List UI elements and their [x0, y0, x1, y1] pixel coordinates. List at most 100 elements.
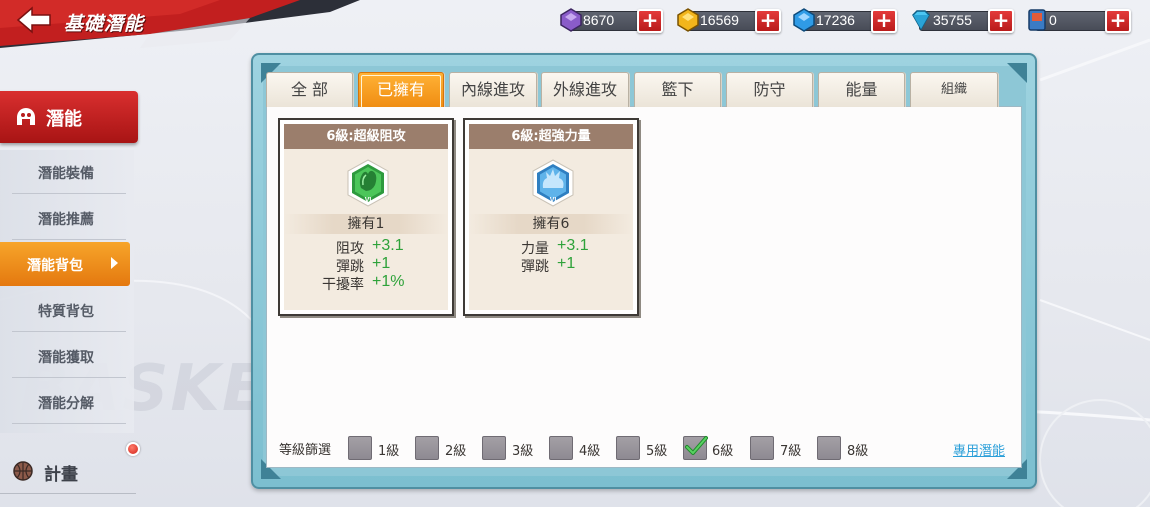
diamond-icon: [912, 10, 930, 31]
exclusive-potential-link[interactable]: 專用潛能: [953, 440, 1005, 459]
sidebar-item-label: 潛能推薦: [38, 212, 94, 228]
tab-label: 能量: [845, 80, 878, 99]
stat-value: +1%: [372, 273, 405, 290]
stat-name: 阻攻: [336, 241, 364, 257]
sidebar-plan-header[interactable]: 計畫: [0, 448, 138, 494]
tab-paint[interactable]: 籃下: [634, 72, 721, 107]
level-1-label: 1級: [378, 444, 400, 459]
tab-energy[interactable]: 能量: [818, 72, 905, 107]
tab-label: 籃下: [661, 80, 694, 99]
currency-diamond: 35755 +: [909, 8, 1019, 34]
stat-name: 干擾率: [322, 277, 364, 293]
checkmark-icon: [685, 436, 708, 455]
stat-row: 力量 +3.1: [465, 237, 637, 257]
level-4-checkbox[interactable]: [549, 436, 573, 460]
sidebar-item-label: 潛能分解: [38, 396, 94, 412]
card-title: 6級:超級阻攻: [284, 124, 448, 149]
tab-outside-offense[interactable]: 外線進攻: [541, 72, 629, 107]
level-4-label: 4級: [579, 444, 601, 459]
tab-label: 外線進攻: [552, 80, 617, 99]
stat-row: 彈跳 +1: [280, 255, 452, 275]
potential-card[interactable]: 6級:超級阻攻 VI 擁有1 阻攻 +3.1 彈跳 +1 干擾率 +1%: [278, 118, 454, 316]
tab-defense[interactable]: 防守: [726, 72, 813, 107]
card-title: 6級:超強力量: [469, 124, 633, 149]
purple-gem-icon: [560, 8, 582, 32]
level-8-label: 8級: [847, 444, 869, 459]
sidebar-main-label: 潛能: [46, 109, 82, 130]
level-6-label: 6級: [712, 444, 734, 459]
blue-splash-emblem-icon: VI: [532, 159, 574, 207]
tab-label: 防守: [753, 80, 786, 99]
currency-value: 35755: [933, 12, 972, 28]
level-3-label: 3級: [512, 444, 534, 459]
gold-coin-icon: [677, 8, 699, 32]
stat-row: 彈跳 +1: [465, 255, 637, 275]
green-hand-emblem-icon: VI: [347, 159, 389, 207]
level-1-checkbox[interactable]: [348, 436, 372, 460]
chevron-right-icon: [111, 257, 118, 269]
tab-label: 內線進攻: [460, 80, 525, 99]
stat-name: 彈跳: [521, 259, 549, 275]
sidebar-plan-label: 計畫: [44, 465, 78, 485]
title-banner: 基礎潛能: [0, 0, 360, 48]
divider: [12, 331, 126, 332]
tab-inside-offense[interactable]: 內線進攻: [449, 72, 537, 107]
stat-value: +3.1: [372, 237, 404, 254]
svg-text:VI: VI: [365, 197, 372, 204]
currency-gold-coin: 16569 +: [676, 8, 786, 34]
card-ticket-icon: [1028, 9, 1046, 31]
tab-label: 全 部: [290, 80, 329, 99]
tab-all[interactable]: 全 部: [266, 72, 353, 107]
sidebar-item-trait-bag[interactable]: 特質背包: [0, 288, 134, 332]
level-7-label: 7級: [780, 444, 802, 459]
divider: [12, 377, 126, 378]
level-3-checkbox[interactable]: [482, 436, 506, 460]
level-2-checkbox[interactable]: [415, 436, 439, 460]
sidebar-item-label: 潛能背包: [27, 258, 83, 274]
potential-icon: [17, 108, 35, 125]
divider: [12, 193, 126, 194]
sidebar-item-potential-decompose[interactable]: 潛能分解: [0, 380, 134, 424]
level-5-label: 5級: [646, 444, 668, 459]
add-diamond-button[interactable]: +: [988, 9, 1014, 33]
currency-value: 17236: [816, 12, 855, 28]
sidebar-item-potential-obtain[interactable]: 潛能獲取: [0, 334, 134, 378]
potential-card[interactable]: 6級:超強力量 VI 擁有6 力量 +3.1 彈跳 +1: [463, 118, 639, 316]
page-title: 基礎潛能: [64, 13, 145, 35]
tab-playmaking[interactable]: 組織: [910, 72, 998, 107]
add-gold-coin-button[interactable]: +: [755, 9, 781, 33]
sidebar-item-potential-recommend[interactable]: 潛能推薦: [0, 196, 134, 240]
add-blue-crystal-button[interactable]: +: [871, 9, 897, 33]
currency-value: 16569: [700, 12, 739, 28]
add-card-ticket-button[interactable]: +: [1105, 9, 1131, 33]
level-6-checkbox[interactable]: [683, 436, 708, 460]
stat-value: +1: [557, 255, 576, 272]
tab-owned[interactable]: 已擁有: [358, 72, 444, 108]
level-5-checkbox[interactable]: [616, 436, 640, 460]
stat-name: 力量: [521, 241, 549, 257]
owned-count: 擁有6: [469, 214, 633, 234]
sidebar-list: 潛能裝備 潛能推薦 潛能背包 特質背包 潛能獲取 潛能分解: [0, 150, 134, 433]
owned-count: 擁有1: [284, 214, 448, 234]
add-purple-gem-button[interactable]: +: [637, 9, 663, 33]
divider: [0, 493, 136, 494]
currency-card-ticket: 0 +: [1025, 8, 1135, 34]
sidebar-item-label: 潛能裝備: [38, 166, 94, 182]
sidebar-item-potential-equip[interactable]: 潛能裝備: [0, 150, 134, 194]
stat-name: 彈跳: [336, 259, 364, 275]
level-2-label: 2級: [445, 444, 467, 459]
sidebar-potential-header[interactable]: 潛能: [0, 91, 138, 143]
currency-purple-gem: 8670 +: [559, 8, 667, 34]
level-8-checkbox[interactable]: [817, 436, 841, 460]
basketball-icon: [13, 461, 33, 481]
sidebar-item-label: 特質背包: [38, 304, 94, 320]
stat-row: 阻攻 +3.1: [280, 237, 452, 257]
stat-value: +3.1: [557, 237, 589, 254]
level-7-checkbox[interactable]: [750, 436, 774, 460]
sidebar-item-potential-bag[interactable]: 潛能背包: [0, 242, 130, 286]
back-arrow-icon: [16, 6, 51, 34]
currency-value: 8670: [583, 12, 615, 28]
stat-value: +1: [372, 255, 391, 272]
tab-active-frame: [361, 75, 441, 108]
back-button[interactable]: [16, 6, 56, 38]
